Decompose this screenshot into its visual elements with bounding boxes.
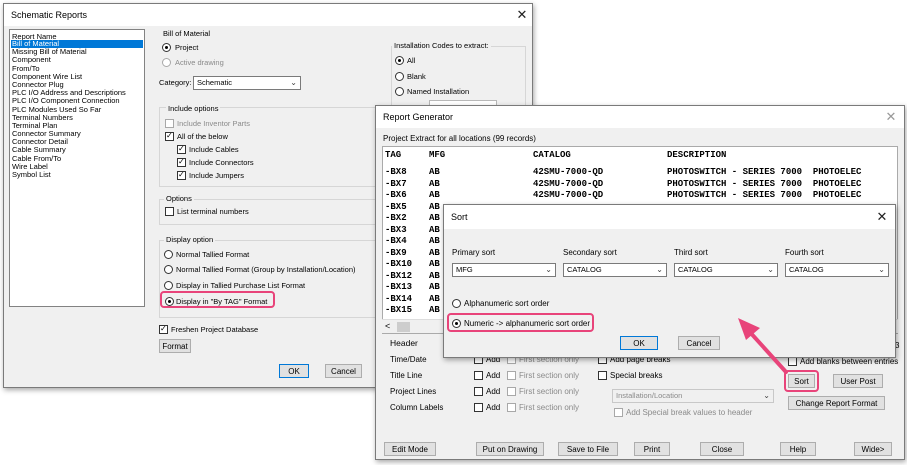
callout-arrow-icon: [738, 318, 788, 374]
